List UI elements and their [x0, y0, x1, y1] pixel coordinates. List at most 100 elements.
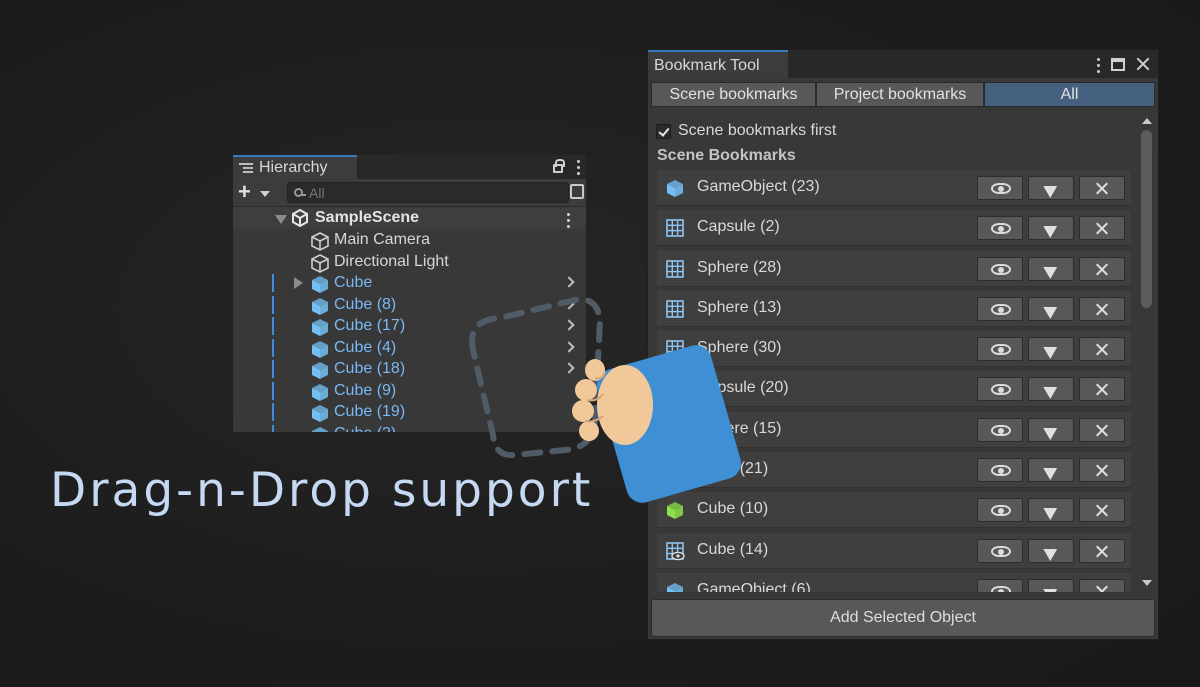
select-button[interactable]	[1028, 538, 1074, 563]
kebab-menu-icon[interactable]	[1097, 55, 1100, 73]
remove-button[interactable]	[1079, 498, 1125, 523]
bookmark-row[interactable]: GameObject (23)	[657, 170, 1131, 206]
select-button[interactable]	[1028, 337, 1074, 362]
tab-scene-bookmarks[interactable]: Scene bookmarks	[651, 82, 816, 107]
chevron-right-icon[interactable]	[563, 276, 575, 288]
eye-icon	[991, 505, 1011, 517]
scrollbar-thumb[interactable]	[1141, 130, 1152, 308]
bookmark-row[interactable]: Sphere (30)	[657, 331, 1131, 368]
expand-triangle-icon[interactable]	[294, 277, 303, 289]
select-button[interactable]	[1028, 377, 1074, 402]
lock-icon[interactable]	[553, 159, 565, 173]
collapse-triangle-icon[interactable]	[275, 215, 287, 224]
hierarchy-item[interactable]: Cube (18)	[233, 358, 586, 380]
bookmark-row[interactable]: Cube (10)	[657, 492, 1131, 529]
checkbox-checked-icon[interactable]	[656, 123, 671, 139]
ping-button[interactable]	[977, 417, 1023, 442]
ping-button[interactable]	[977, 578, 1023, 592]
add-icon[interactable]: +	[238, 181, 251, 203]
ping-button[interactable]	[977, 296, 1023, 321]
ping-button[interactable]	[977, 377, 1023, 402]
bookmark-item-icon	[665, 379, 685, 404]
tab-bookmark-tool[interactable]: Bookmark Tool	[648, 50, 788, 79]
remove-button[interactable]	[1079, 337, 1125, 362]
bookmark-row[interactable]: Cube (21)	[657, 452, 1131, 489]
hierarchy-item[interactable]: Cube (8)	[233, 294, 586, 316]
scroll-up-icon[interactable]	[1142, 118, 1152, 124]
remove-button[interactable]	[1079, 377, 1125, 402]
scene-header-row[interactable]: SampleScene	[233, 207, 586, 229]
tab-hierarchy[interactable]: Hierarchy	[233, 155, 357, 179]
select-button[interactable]	[1028, 256, 1074, 281]
remove-button[interactable]	[1079, 578, 1125, 592]
scene-visibility-icon[interactable]	[570, 184, 584, 199]
hierarchy-item[interactable]: Cube (17)	[233, 315, 586, 337]
chevron-right-icon[interactable]	[563, 297, 575, 310]
chevron-right-icon[interactable]	[563, 340, 575, 353]
hierarchy-item[interactable]: Cube	[233, 272, 586, 294]
bookmark-row[interactable]: GameObject (6)	[657, 572, 1131, 592]
chevron-down-icon[interactable]	[260, 191, 270, 197]
close-icon	[1096, 464, 1109, 477]
tab-all[interactable]: All	[984, 82, 1155, 107]
bookmark-row[interactable]: Sphere (28)	[657, 250, 1131, 287]
bookmark-row[interactable]: Sphere (13)	[657, 290, 1131, 327]
maximize-icon[interactable]	[1111, 57, 1125, 71]
kebab-menu-icon[interactable]	[577, 157, 580, 175]
hierarchy-item[interactable]: Cube (4)	[233, 337, 586, 359]
bookmark-row[interactable]: Capsule (20)	[657, 371, 1131, 408]
window-actions	[1097, 55, 1150, 73]
select-button[interactable]	[1028, 578, 1074, 592]
ping-button[interactable]	[977, 216, 1023, 241]
hierarchy-item[interactable]: Cube (9)	[233, 380, 586, 402]
hierarchy-item-label: Cube (9)	[334, 381, 397, 399]
scene-first-toggle[interactable]: Scene bookmarks first	[656, 122, 836, 140]
select-button[interactable]	[1028, 176, 1074, 200]
ping-button[interactable]	[977, 538, 1023, 563]
bookmark-row[interactable]: Sphere (15)	[657, 411, 1131, 448]
select-button[interactable]	[1028, 296, 1074, 321]
eye-icon	[991, 424, 1011, 436]
select-button[interactable]	[1028, 216, 1074, 241]
chevron-right-icon[interactable]	[563, 362, 575, 374]
tab-project-bookmarks[interactable]: Project bookmarks	[816, 82, 984, 107]
ping-button[interactable]	[977, 176, 1023, 200]
prefab-cube-icon	[667, 180, 683, 197]
remove-button[interactable]	[1079, 256, 1125, 281]
remove-button[interactable]	[1079, 216, 1125, 241]
add-selected-object-button[interactable]: Add Selected Object	[651, 599, 1155, 637]
select-button[interactable]	[1028, 417, 1074, 442]
hierarchy-item[interactable]: Cube (19)	[233, 401, 586, 423]
hierarchy-search[interactable]	[287, 182, 569, 203]
prefab-cube-icon	[312, 319, 328, 336]
remove-button[interactable]	[1079, 538, 1125, 563]
ping-button[interactable]	[977, 458, 1023, 483]
scroll-down-icon[interactable]	[1142, 580, 1152, 586]
search-icon	[294, 188, 306, 197]
remove-button[interactable]	[1079, 458, 1125, 483]
hierarchy-item[interactable]: Main Camera	[233, 229, 586, 251]
eye-icon	[991, 545, 1011, 557]
scene-kebab-icon[interactable]	[567, 210, 570, 228]
bookmark-row[interactable]: Cube (14)	[657, 532, 1131, 569]
search-input[interactable]	[309, 184, 549, 201]
ping-button[interactable]	[977, 337, 1023, 362]
cursor-icon	[1043, 220, 1061, 239]
hierarchy-item[interactable]: Directional Light	[233, 251, 586, 273]
remove-button[interactable]	[1079, 296, 1125, 321]
hierarchy-item[interactable]: Cube (2)	[233, 423, 586, 432]
ping-button[interactable]	[977, 256, 1023, 281]
gameobject-outline-icon	[311, 253, 329, 273]
select-button[interactable]	[1028, 458, 1074, 483]
close-icon	[1096, 263, 1109, 276]
bookmark-row[interactable]: Capsule (2)	[657, 210, 1131, 247]
hierarchy-item-icon	[310, 425, 330, 432]
ping-button[interactable]	[977, 498, 1023, 523]
remove-button[interactable]	[1079, 176, 1125, 200]
remove-button[interactable]	[1079, 417, 1125, 442]
chevron-right-icon[interactable]	[563, 319, 575, 331]
select-button[interactable]	[1028, 498, 1074, 523]
scrollbar[interactable]	[1141, 116, 1153, 588]
hierarchy-item-label: Cube (8)	[334, 295, 397, 313]
close-icon[interactable]	[1136, 57, 1150, 71]
